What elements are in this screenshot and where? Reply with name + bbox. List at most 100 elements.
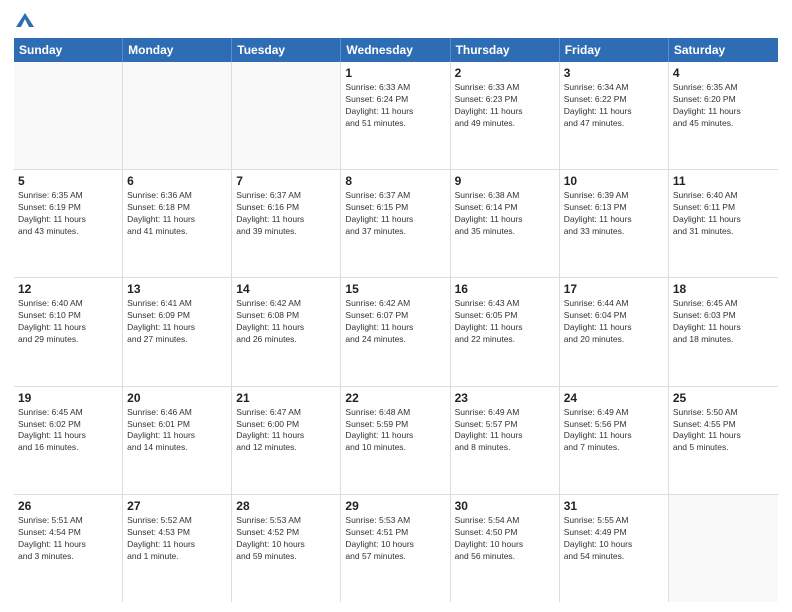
day-cell-13: 13Sunrise: 6:41 AM Sunset: 6:09 PM Dayli… <box>123 278 232 385</box>
day-cell-22: 22Sunrise: 6:48 AM Sunset: 5:59 PM Dayli… <box>341 387 450 494</box>
day-info: Sunrise: 6:46 AM Sunset: 6:01 PM Dayligh… <box>127 407 227 455</box>
day-cell-31: 31Sunrise: 5:55 AM Sunset: 4:49 PM Dayli… <box>560 495 669 602</box>
day-cell-23: 23Sunrise: 6:49 AM Sunset: 5:57 PM Dayli… <box>451 387 560 494</box>
logo-icon <box>16 13 34 27</box>
empty-cell <box>232 62 341 169</box>
day-cell-16: 16Sunrise: 6:43 AM Sunset: 6:05 PM Dayli… <box>451 278 560 385</box>
day-number: 19 <box>18 390 118 406</box>
day-info: Sunrise: 6:41 AM Sunset: 6:09 PM Dayligh… <box>127 298 227 346</box>
day-cell-5: 5Sunrise: 6:35 AM Sunset: 6:19 PM Daylig… <box>14 170 123 277</box>
day-number: 15 <box>345 281 445 297</box>
day-info: Sunrise: 5:55 AM Sunset: 4:49 PM Dayligh… <box>564 515 664 563</box>
day-info: Sunrise: 6:44 AM Sunset: 6:04 PM Dayligh… <box>564 298 664 346</box>
day-cell-8: 8Sunrise: 6:37 AM Sunset: 6:15 PM Daylig… <box>341 170 450 277</box>
day-number: 6 <box>127 173 227 189</box>
day-info: Sunrise: 5:53 AM Sunset: 4:51 PM Dayligh… <box>345 515 445 563</box>
day-info: Sunrise: 6:33 AM Sunset: 6:24 PM Dayligh… <box>345 82 445 130</box>
calendar-header: SundayMondayTuesdayWednesdayThursdayFrid… <box>14 38 778 62</box>
day-info: Sunrise: 6:34 AM Sunset: 6:22 PM Dayligh… <box>564 82 664 130</box>
weekday-header-tuesday: Tuesday <box>232 38 341 62</box>
day-info: Sunrise: 6:40 AM Sunset: 6:10 PM Dayligh… <box>18 298 118 346</box>
day-info: Sunrise: 6:37 AM Sunset: 6:15 PM Dayligh… <box>345 190 445 238</box>
day-number: 7 <box>236 173 336 189</box>
day-number: 27 <box>127 498 227 514</box>
calendar-row-1: 1Sunrise: 6:33 AM Sunset: 6:24 PM Daylig… <box>14 62 778 170</box>
day-cell-17: 17Sunrise: 6:44 AM Sunset: 6:04 PM Dayli… <box>560 278 669 385</box>
day-cell-25: 25Sunrise: 5:50 AM Sunset: 4:55 PM Dayli… <box>669 387 778 494</box>
day-number: 29 <box>345 498 445 514</box>
day-info: Sunrise: 5:53 AM Sunset: 4:52 PM Dayligh… <box>236 515 336 563</box>
day-cell-15: 15Sunrise: 6:42 AM Sunset: 6:07 PM Dayli… <box>341 278 450 385</box>
day-number: 24 <box>564 390 664 406</box>
day-number: 11 <box>673 173 774 189</box>
day-info: Sunrise: 5:51 AM Sunset: 4:54 PM Dayligh… <box>18 515 118 563</box>
weekday-header-sunday: Sunday <box>14 38 123 62</box>
day-number: 25 <box>673 390 774 406</box>
weekday-header-wednesday: Wednesday <box>341 38 450 62</box>
day-cell-3: 3Sunrise: 6:34 AM Sunset: 6:22 PM Daylig… <box>560 62 669 169</box>
day-number: 3 <box>564 65 664 81</box>
day-info: Sunrise: 6:42 AM Sunset: 6:08 PM Dayligh… <box>236 298 336 346</box>
day-info: Sunrise: 6:36 AM Sunset: 6:18 PM Dayligh… <box>127 190 227 238</box>
day-info: Sunrise: 5:52 AM Sunset: 4:53 PM Dayligh… <box>127 515 227 563</box>
day-cell-2: 2Sunrise: 6:33 AM Sunset: 6:23 PM Daylig… <box>451 62 560 169</box>
day-number: 21 <box>236 390 336 406</box>
day-cell-24: 24Sunrise: 6:49 AM Sunset: 5:56 PM Dayli… <box>560 387 669 494</box>
day-number: 16 <box>455 281 555 297</box>
day-info: Sunrise: 6:49 AM Sunset: 5:56 PM Dayligh… <box>564 407 664 455</box>
logo-general <box>14 10 34 32</box>
day-number: 10 <box>564 173 664 189</box>
day-number: 28 <box>236 498 336 514</box>
day-info: Sunrise: 6:39 AM Sunset: 6:13 PM Dayligh… <box>564 190 664 238</box>
day-info: Sunrise: 5:50 AM Sunset: 4:55 PM Dayligh… <box>673 407 774 455</box>
calendar-row-3: 12Sunrise: 6:40 AM Sunset: 6:10 PM Dayli… <box>14 278 778 386</box>
day-number: 9 <box>455 173 555 189</box>
day-number: 18 <box>673 281 774 297</box>
day-cell-27: 27Sunrise: 5:52 AM Sunset: 4:53 PM Dayli… <box>123 495 232 602</box>
weekday-header-monday: Monday <box>123 38 232 62</box>
day-info: Sunrise: 6:48 AM Sunset: 5:59 PM Dayligh… <box>345 407 445 455</box>
day-cell-14: 14Sunrise: 6:42 AM Sunset: 6:08 PM Dayli… <box>232 278 341 385</box>
day-info: Sunrise: 6:35 AM Sunset: 6:19 PM Dayligh… <box>18 190 118 238</box>
day-cell-10: 10Sunrise: 6:39 AM Sunset: 6:13 PM Dayli… <box>560 170 669 277</box>
day-info: Sunrise: 6:45 AM Sunset: 6:02 PM Dayligh… <box>18 407 118 455</box>
weekday-header-friday: Friday <box>560 38 669 62</box>
day-number: 14 <box>236 281 336 297</box>
day-number: 20 <box>127 390 227 406</box>
day-number: 2 <box>455 65 555 81</box>
day-number: 12 <box>18 281 118 297</box>
day-info: Sunrise: 6:42 AM Sunset: 6:07 PM Dayligh… <box>345 298 445 346</box>
calendar-row-2: 5Sunrise: 6:35 AM Sunset: 6:19 PM Daylig… <box>14 170 778 278</box>
day-cell-4: 4Sunrise: 6:35 AM Sunset: 6:20 PM Daylig… <box>669 62 778 169</box>
empty-cell <box>123 62 232 169</box>
day-cell-26: 26Sunrise: 5:51 AM Sunset: 4:54 PM Dayli… <box>14 495 123 602</box>
day-number: 13 <box>127 281 227 297</box>
calendar-row-5: 26Sunrise: 5:51 AM Sunset: 4:54 PM Dayli… <box>14 495 778 602</box>
day-cell-29: 29Sunrise: 5:53 AM Sunset: 4:51 PM Dayli… <box>341 495 450 602</box>
day-number: 23 <box>455 390 555 406</box>
calendar: SundayMondayTuesdayWednesdayThursdayFrid… <box>14 38 778 602</box>
day-info: Sunrise: 6:37 AM Sunset: 6:16 PM Dayligh… <box>236 190 336 238</box>
day-number: 4 <box>673 65 774 81</box>
day-cell-18: 18Sunrise: 6:45 AM Sunset: 6:03 PM Dayli… <box>669 278 778 385</box>
logo <box>14 10 34 32</box>
empty-cell <box>669 495 778 602</box>
day-cell-9: 9Sunrise: 6:38 AM Sunset: 6:14 PM Daylig… <box>451 170 560 277</box>
day-info: Sunrise: 6:33 AM Sunset: 6:23 PM Dayligh… <box>455 82 555 130</box>
day-cell-28: 28Sunrise: 5:53 AM Sunset: 4:52 PM Dayli… <box>232 495 341 602</box>
day-cell-19: 19Sunrise: 6:45 AM Sunset: 6:02 PM Dayli… <box>14 387 123 494</box>
day-cell-20: 20Sunrise: 6:46 AM Sunset: 6:01 PM Dayli… <box>123 387 232 494</box>
day-number: 8 <box>345 173 445 189</box>
day-info: Sunrise: 6:40 AM Sunset: 6:11 PM Dayligh… <box>673 190 774 238</box>
day-number: 31 <box>564 498 664 514</box>
day-number: 17 <box>564 281 664 297</box>
empty-cell <box>14 62 123 169</box>
day-info: Sunrise: 5:54 AM Sunset: 4:50 PM Dayligh… <box>455 515 555 563</box>
day-cell-1: 1Sunrise: 6:33 AM Sunset: 6:24 PM Daylig… <box>341 62 450 169</box>
day-cell-7: 7Sunrise: 6:37 AM Sunset: 6:16 PM Daylig… <box>232 170 341 277</box>
day-info: Sunrise: 6:38 AM Sunset: 6:14 PM Dayligh… <box>455 190 555 238</box>
day-info: Sunrise: 6:43 AM Sunset: 6:05 PM Dayligh… <box>455 298 555 346</box>
day-info: Sunrise: 6:35 AM Sunset: 6:20 PM Dayligh… <box>673 82 774 130</box>
weekday-header-saturday: Saturday <box>669 38 778 62</box>
day-cell-11: 11Sunrise: 6:40 AM Sunset: 6:11 PM Dayli… <box>669 170 778 277</box>
